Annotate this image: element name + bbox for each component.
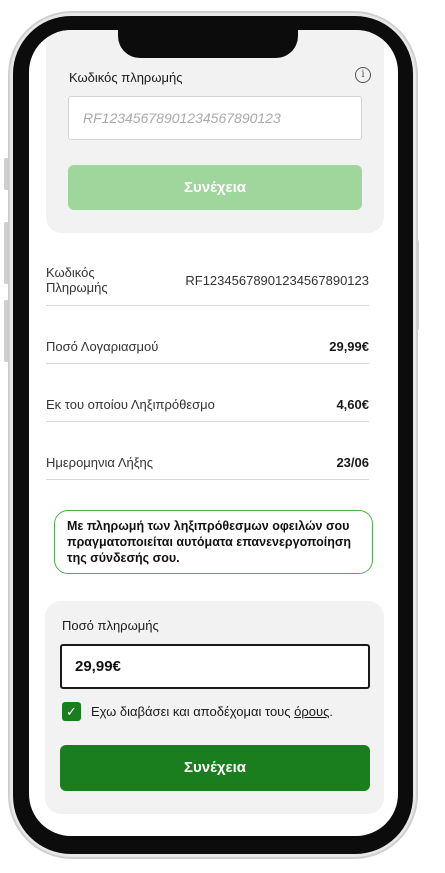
payment-amount-input[interactable]: 29,99€: [60, 644, 370, 689]
payment-continue-button[interactable]: Συνέχεια: [60, 745, 370, 791]
reconnection-notice: Με πληρωμή των ληξιπρόθεσμων οφειλών σου…: [54, 510, 373, 574]
check-icon: ✓: [66, 704, 77, 719]
payment-amount-label: Ποσό πληρωμής: [62, 618, 159, 633]
info-icon[interactable]: i: [355, 67, 371, 83]
phone-notch: [118, 22, 298, 58]
detail-value: RF12345678901234567890123: [185, 273, 369, 288]
detail-key-line: Πληρωμής: [46, 280, 108, 295]
detail-key-line: Κωδικός: [46, 265, 95, 280]
payment-code-continue-button[interactable]: Συνέχεια: [68, 165, 362, 210]
detail-value: 29,99€: [329, 339, 369, 354]
phone-screen: Κωδικός πληρωμής i RF1234567890123456789…: [29, 30, 398, 836]
payment-amount-card: Ποσό πληρωμής 29,99€ ✓ Εχω διαβάσει και …: [45, 601, 384, 814]
detail-key: Ποσό Λογαριασμού: [46, 339, 159, 354]
detail-row-payment-code: Κωδικός Πληρωμής RF1234567890123456789012…: [46, 265, 369, 306]
terms-prefix: Εχω διαβάσει και αποδέχομαι τους: [91, 704, 295, 719]
payment-code-input[interactable]: RF12345678901234567890123: [68, 96, 362, 140]
terms-text: Εχω διαβάσει και αποδέχομαι τους όρους.: [91, 704, 333, 719]
detail-row-due-date: Ημερομηνια Λήξης 23/06: [46, 455, 369, 480]
detail-key: Ημερομηνια Λήξης: [46, 455, 154, 470]
detail-value: 4,60€: [336, 397, 369, 412]
detail-key: Κωδικός Πληρωμής: [46, 265, 126, 295]
detail-value: 23/06: [336, 455, 369, 470]
detail-row-overdue: Εκ του οποίου Ληξιπρόθεσμο 4,60€: [46, 397, 369, 422]
terms-suffix: .: [329, 704, 334, 719]
detail-key: Εκ του οποίου Ληξιπρόθεσμο: [46, 397, 215, 412]
terms-link[interactable]: όρους: [294, 704, 329, 719]
payment-code-label: Κωδικός πληρωμής: [69, 70, 183, 85]
detail-row-bill-amount: Ποσό Λογαριασμού 29,99€: [46, 339, 369, 364]
payment-code-card: Κωδικός πληρωμής i RF1234567890123456789…: [46, 30, 384, 233]
terms-checkbox[interactable]: ✓: [62, 702, 81, 721]
